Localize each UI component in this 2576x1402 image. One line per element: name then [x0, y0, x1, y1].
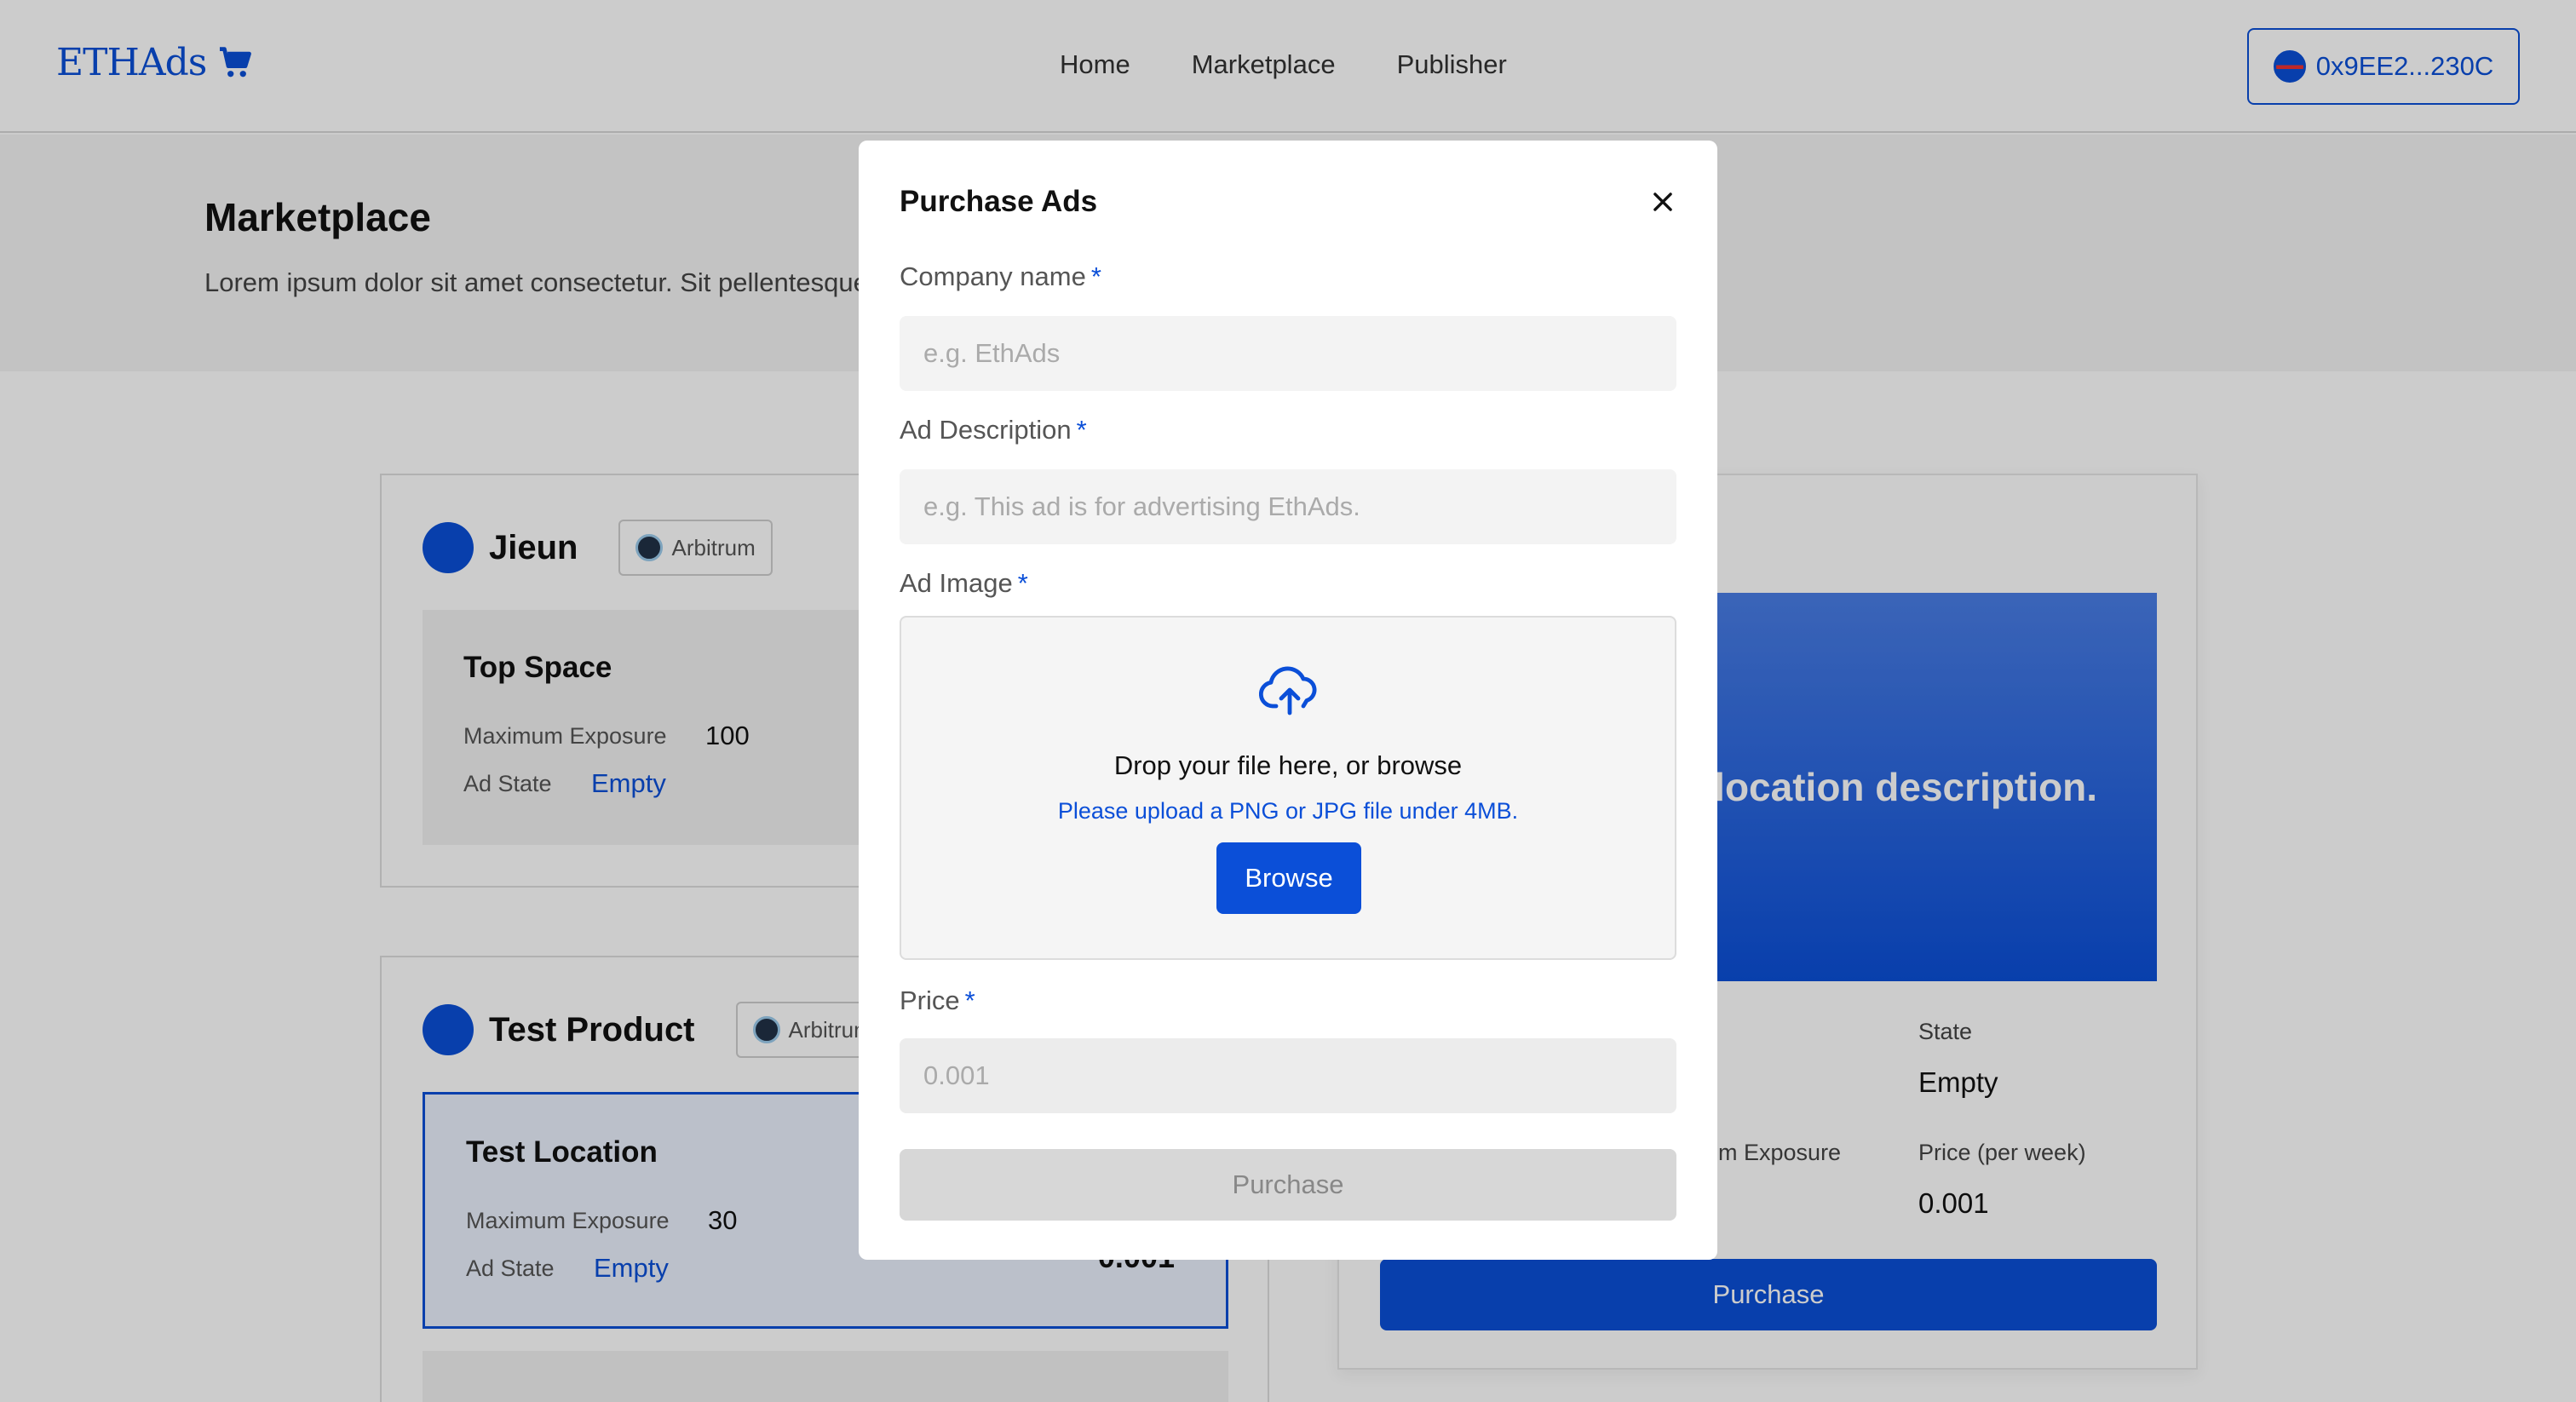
close-icon[interactable]: [1646, 185, 1680, 219]
ad-image-label: Ad Image *: [900, 568, 1028, 599]
ad-description-label-text: Ad Description: [900, 415, 1072, 445]
ad-description-input[interactable]: [900, 469, 1676, 544]
company-name-label-text: Company name: [900, 261, 1086, 291]
image-dropzone[interactable]: Drop your file here, or browse Please up…: [900, 616, 1676, 960]
cloud-upload-icon: [1259, 666, 1317, 715]
purchase-button[interactable]: Purchase: [900, 1149, 1676, 1221]
ad-description-label: Ad Description *: [900, 415, 1087, 445]
price-label-text: Price: [900, 985, 960, 1015]
required-mark: *: [1017, 568, 1028, 598]
dropzone-hint: Please upload a PNG or JPG file under 4M…: [1057, 798, 1519, 824]
required-mark: *: [1090, 261, 1101, 291]
dropzone-text: Drop your file here, or browse: [1113, 750, 1463, 780]
required-mark: *: [964, 985, 975, 1015]
modal-title: Purchase Ads: [900, 185, 1098, 218]
company-name-input[interactable]: [900, 316, 1676, 391]
browse-button[interactable]: Browse: [1216, 842, 1361, 914]
ad-image-label-text: Ad Image: [900, 568, 1013, 598]
required-mark: *: [1076, 415, 1087, 445]
price-label: Price *: [900, 985, 975, 1016]
purchase-ads-modal: Purchase Ads Company name* Ad Descriptio…: [859, 141, 1717, 1260]
company-name-label: Company name *: [900, 261, 1101, 292]
price-input[interactable]: [900, 1038, 1676, 1113]
